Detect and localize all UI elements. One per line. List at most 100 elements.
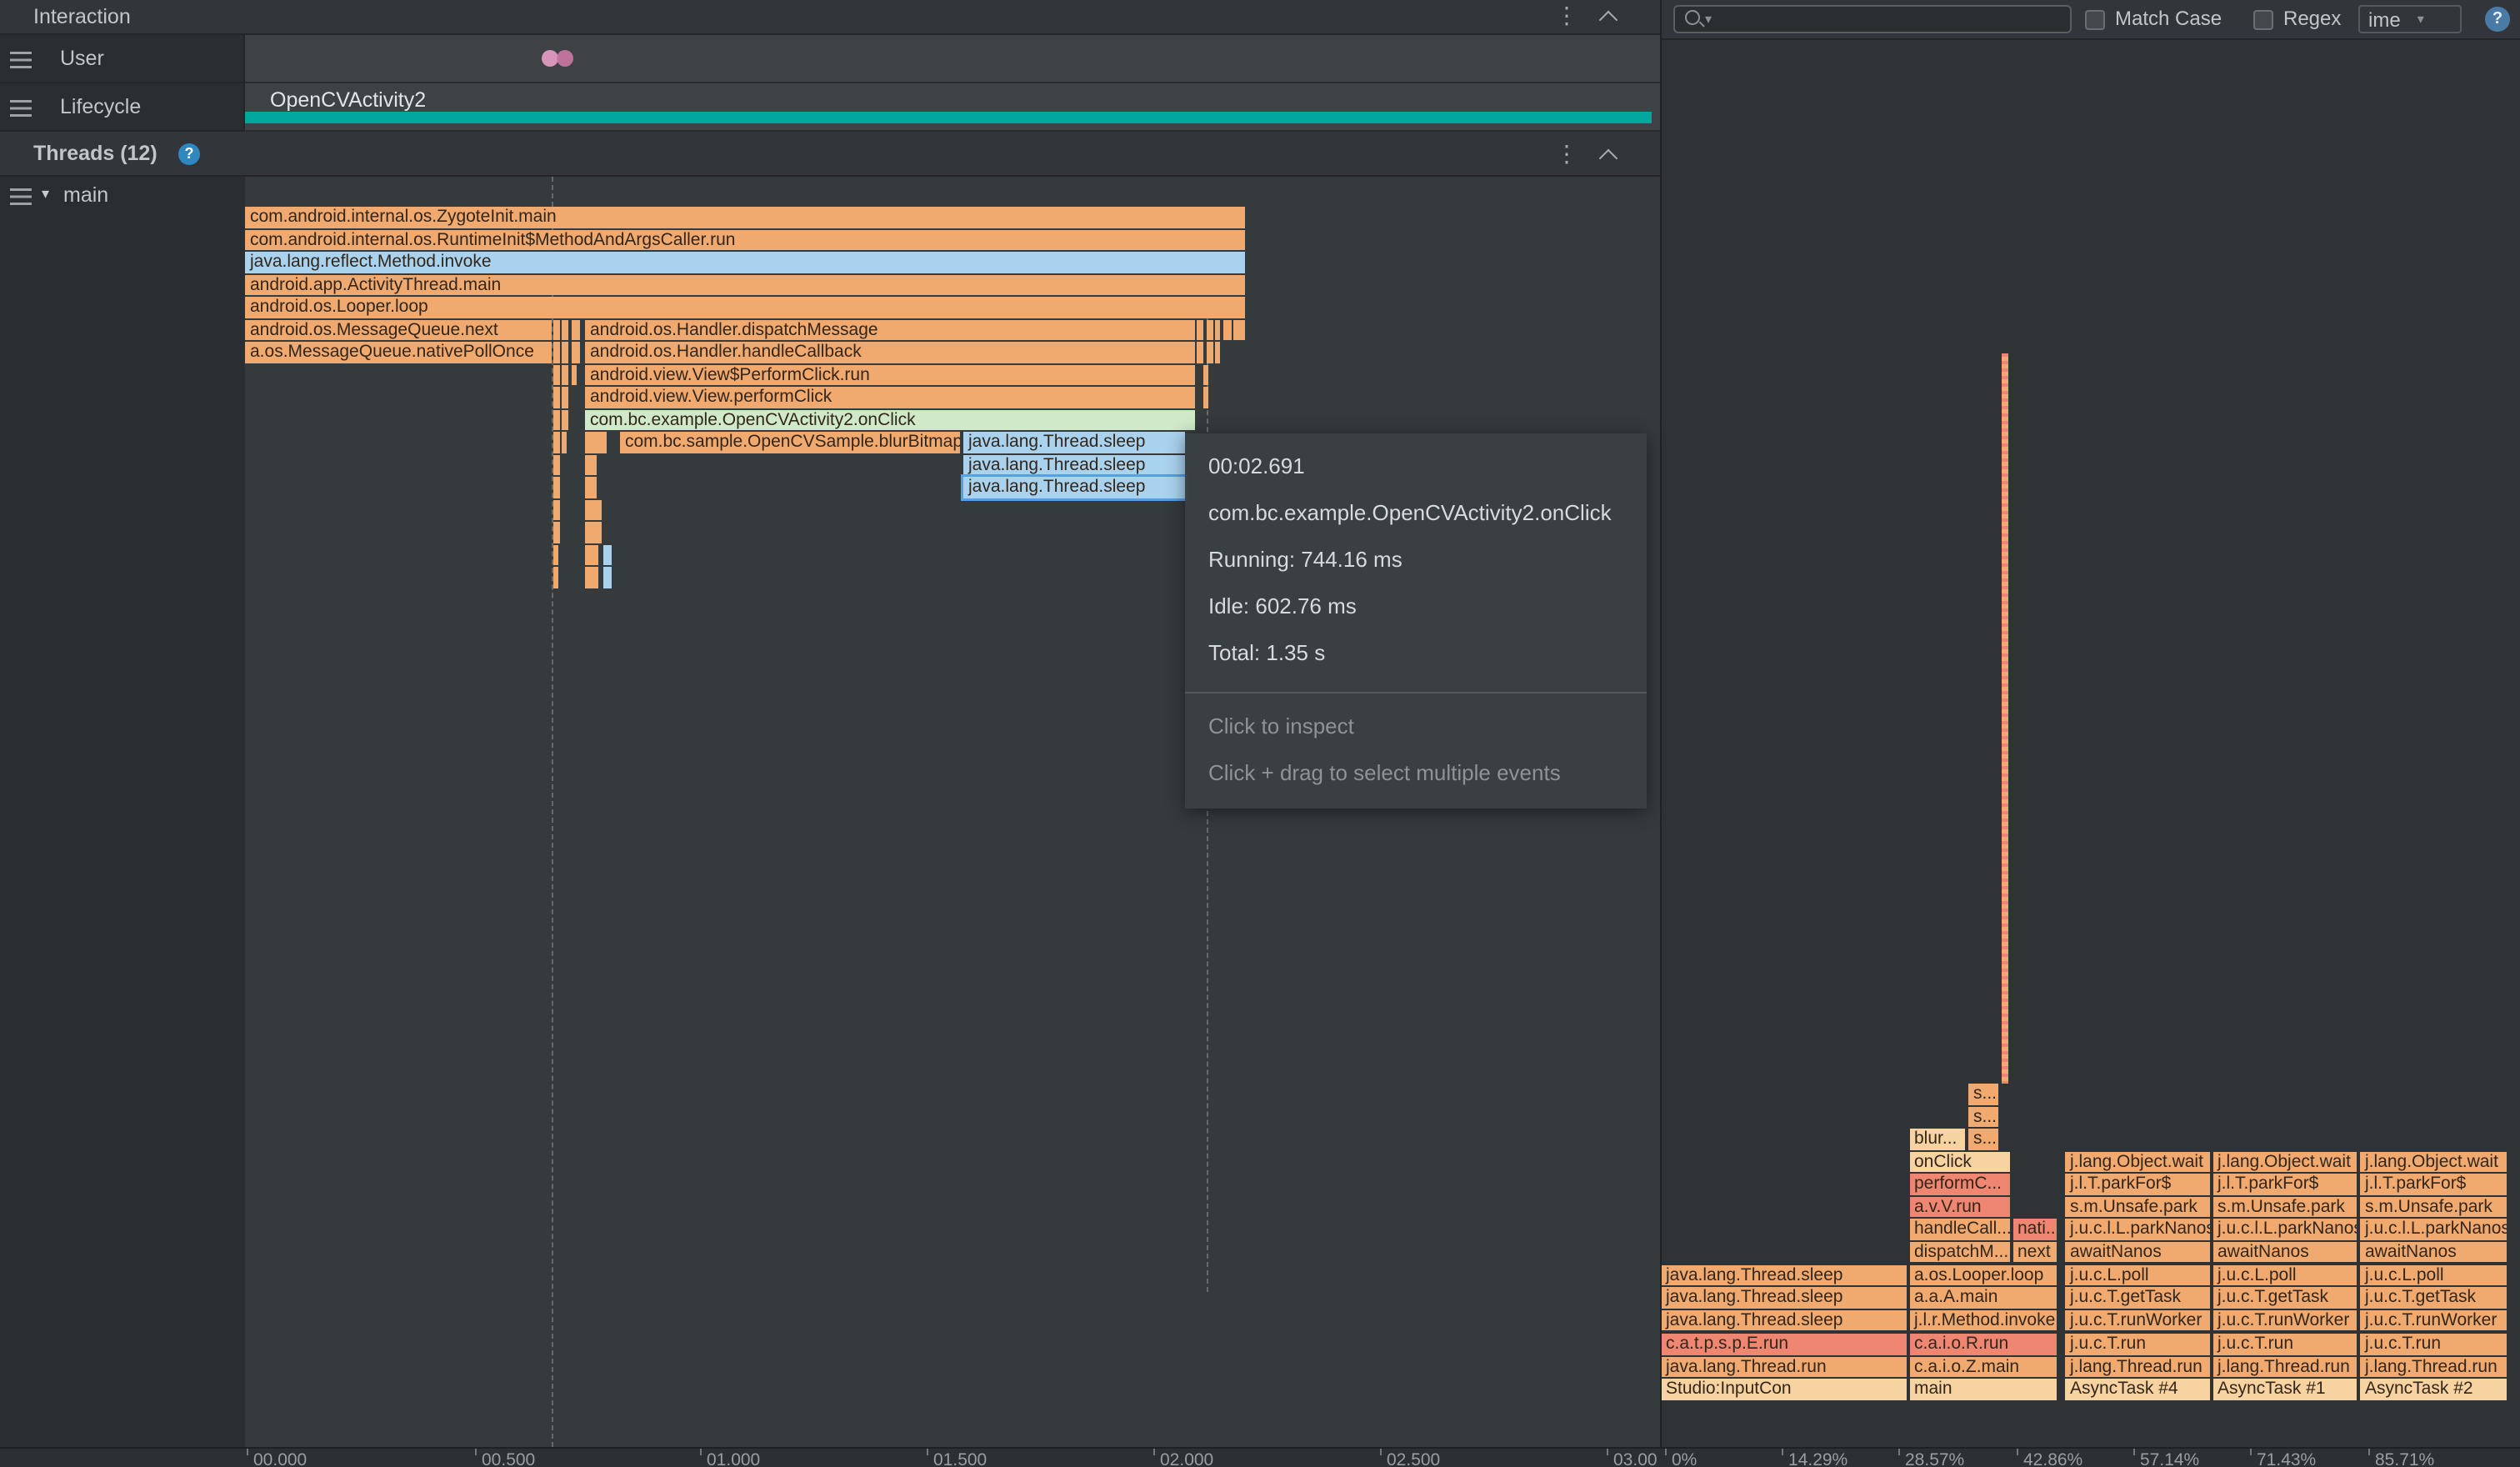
call-bar[interactable]: java.lang.Thread.sleep — [963, 432, 1185, 453]
drag-handle-icon[interactable] — [10, 52, 32, 68]
call-bar-sliver[interactable] — [553, 432, 560, 453]
call-bar[interactable]: com.android.internal.os.RuntimeInit$Meth… — [245, 229, 1245, 250]
flame-bar[interactable]: dispatchM... — [1909, 1241, 2009, 1262]
flame-bar[interactable]: j.u.c.L.poll — [2065, 1264, 2209, 1285]
call-bar-sliver[interactable] — [585, 454, 597, 475]
call-bar-sliver[interactable] — [585, 432, 607, 453]
flame-bar[interactable]: java.lang.Thread.sleep — [1661, 1287, 1906, 1308]
regex-label[interactable]: Regex — [2283, 7, 2341, 30]
flame-bar[interactable]: s... — [1968, 1084, 1998, 1104]
call-bar-sliver[interactable] — [553, 499, 560, 520]
flame-bar[interactable]: awaitNanos — [2065, 1241, 2209, 1262]
flame-bar[interactable]: j.lang.Object.wait — [2360, 1151, 2507, 1172]
call-bar-sliver[interactable] — [585, 567, 598, 588]
flame-bar[interactable]: performC... — [1909, 1174, 2009, 1194]
call-bar-sliver[interactable] — [585, 477, 597, 498]
flame-bar[interactable]: j.u.c.T.getTask — [2065, 1287, 2209, 1308]
call-bar-sliver[interactable] — [1203, 364, 1208, 385]
flame-bar[interactable]: j.u.c.T.getTask — [2360, 1287, 2507, 1308]
drag-handle-icon[interactable] — [10, 100, 32, 117]
call-bar[interactable]: java.lang.Thread.sleep — [963, 477, 1185, 498]
flame-bar[interactable]: j.lang.Thread.run — [2212, 1356, 2357, 1377]
flame-bar[interactable]: j.u.c.l.L.parkNanos — [2065, 1219, 2209, 1239]
call-bar-sliver[interactable] — [585, 544, 598, 565]
interaction-collapse-chevron-icon[interactable] — [1599, 11, 1618, 30]
flame-bar[interactable]: j.lang.Object.wait — [2065, 1151, 2209, 1172]
flame-bar[interactable]: j.l.T.parkFor$ — [2065, 1174, 2209, 1194]
flame-bar[interactable]: j.u.c.T.run — [2360, 1334, 2507, 1354]
flame-bar[interactable]: j.u.c.L.poll — [2212, 1264, 2357, 1285]
flame-bar[interactable]: AsyncTask #1 — [2212, 1379, 2357, 1399]
flame-bar[interactable]: s.m.Unsafe.park — [2360, 1196, 2507, 1217]
flame-spike[interactable] — [2001, 353, 2008, 1084]
call-bar-sliver[interactable] — [571, 342, 580, 363]
flame-bar[interactable]: c.a.t.p.s.p.E.run — [1661, 1334, 1906, 1354]
flame-bar[interactable]: a.os.Looper.loop — [1909, 1264, 2057, 1285]
flame-search-box[interactable]: ▾ — [1673, 5, 2072, 33]
match-case-label[interactable]: Match Case — [2115, 7, 2222, 30]
call-bar[interactable]: android.os.Looper.loop — [245, 297, 1245, 318]
search-options-caret-icon[interactable]: ▾ — [1705, 12, 1712, 27]
call-bar-sliver[interactable] — [562, 409, 568, 430]
match-case-checkbox[interactable] — [2085, 10, 2105, 30]
call-bar-sliver[interactable] — [1206, 342, 1212, 363]
regex-checkbox[interactable] — [2253, 10, 2273, 30]
call-bar-sliver[interactable] — [1215, 319, 1220, 340]
call-bar-sliver[interactable] — [603, 567, 612, 588]
flame-bar[interactable]: j.u.c.T.run — [2212, 1334, 2357, 1354]
call-bar-sliver[interactable] — [553, 544, 558, 565]
flame-bar[interactable]: j.u.c.l.L.parkNanos — [2360, 1219, 2507, 1239]
flame-bar[interactable]: AsyncTask #4 — [2065, 1379, 2209, 1399]
call-bar-sliver[interactable] — [562, 432, 567, 453]
flame-bar[interactable]: j.lang.Thread.run — [2360, 1356, 2507, 1377]
call-bar-sliver[interactable] — [571, 364, 576, 385]
flame-bar[interactable]: java.lang.Thread.sleep — [1661, 1309, 1906, 1330]
search-preset-dropdown[interactable]: ime ▾ — [2358, 5, 2462, 33]
flame-bar[interactable]: c.a.i.o.Z.main — [1909, 1356, 2057, 1377]
flame-bar[interactable]: j.lang.Thread.run — [2065, 1356, 2209, 1377]
flame-bar[interactable]: j.u.c.T.getTask — [2212, 1287, 2357, 1308]
call-bar-sliver[interactable] — [553, 409, 560, 430]
call-bar-sliver[interactable] — [1206, 319, 1212, 340]
flame-bar[interactable]: j.u.c.T.runWorker — [2360, 1309, 2507, 1330]
call-bar-sliver[interactable] — [603, 544, 612, 565]
call-bar-sliver[interactable] — [553, 342, 560, 363]
call-bar-sliver[interactable] — [553, 387, 560, 408]
flame-bar[interactable]: j.l.T.parkFor$ — [2212, 1174, 2357, 1194]
flame-bar[interactable]: AsyncTask #2 — [2360, 1379, 2507, 1399]
flame-bar[interactable]: s... — [1968, 1106, 1998, 1127]
flame-bar[interactable]: a.a.A.main — [1909, 1287, 2057, 1308]
call-bar[interactable]: android.os.Handler.handleCallback — [585, 342, 1195, 363]
flame-bar[interactable]: j.l.r.Method.invoke — [1909, 1309, 2057, 1330]
call-bar-sliver[interactable] — [1222, 319, 1231, 340]
threads-menu-kebab-icon[interactable]: ⋮ — [1555, 140, 1578, 168]
flame-bar[interactable]: handleCall... — [1909, 1219, 2009, 1239]
flame-bar[interactable]: c.a.i.o.R.run — [1909, 1334, 2057, 1354]
call-bar-sliver[interactable] — [585, 522, 602, 543]
flame-bar[interactable]: awaitNanos — [2360, 1241, 2507, 1262]
call-bar[interactable]: android.os.MessageQueue.next — [245, 319, 552, 340]
interaction-menu-kebab-icon[interactable]: ⋮ — [1555, 2, 1578, 30]
call-bar[interactable]: com.bc.example.OpenCVActivity2.onClick — [585, 409, 1195, 430]
flame-bar[interactable]: awaitNanos — [2212, 1241, 2357, 1262]
flame-bar[interactable]: j.u.c.T.runWorker — [2212, 1309, 2357, 1330]
expand-arrow-icon[interactable]: ▾ — [42, 185, 49, 203]
flame-bar[interactable]: a.v.V.run — [1909, 1196, 2009, 1217]
call-bar[interactable]: com.android.internal.os.ZygoteInit.main — [245, 207, 1245, 228]
flame-bar[interactable]: Studio:InputCon — [1661, 1379, 1906, 1399]
flame-bar[interactable]: j.u.c.T.runWorker — [2065, 1309, 2209, 1330]
call-bar-sliver[interactable] — [1203, 387, 1208, 408]
call-bar-sliver[interactable] — [562, 364, 568, 385]
call-bar-sliver[interactable] — [553, 567, 558, 588]
help-icon[interactable]: ? — [2485, 7, 2510, 32]
call-bar-sliver[interactable] — [553, 522, 560, 543]
flame-bar[interactable]: j.l.T.parkFor$ — [2360, 1174, 2507, 1194]
user-event-dot[interactable] — [542, 50, 558, 67]
call-bar[interactable]: java.lang.Thread.sleep — [963, 454, 1185, 475]
flame-bar[interactable]: java.lang.Thread.sleep — [1661, 1264, 1906, 1285]
call-bar-sliver[interactable] — [1197, 319, 1203, 340]
call-bar-sliver[interactable] — [562, 342, 568, 363]
call-bar[interactable]: java.lang.reflect.Method.invoke — [245, 252, 1245, 273]
user-event-dot[interactable] — [557, 50, 573, 67]
call-bar-sliver[interactable] — [1215, 342, 1220, 363]
